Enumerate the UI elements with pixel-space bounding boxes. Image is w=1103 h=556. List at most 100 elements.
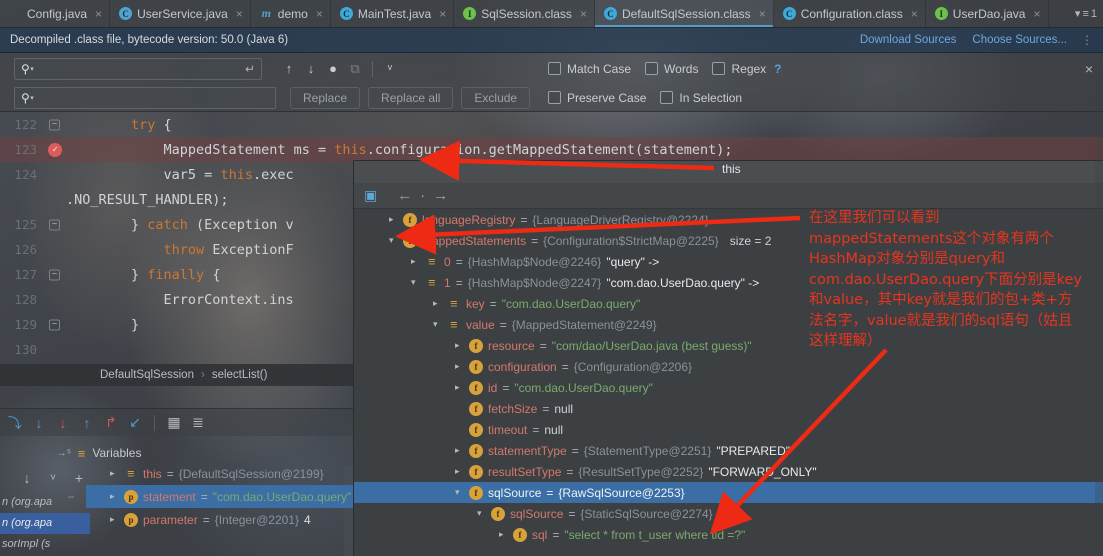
words-checkbox[interactable]: Words [645, 62, 698, 76]
variable-row[interactable]: ▸ p statement = "com.dao.UserDao.query" [86, 485, 353, 508]
expand-arrow-icon[interactable]: ▸ [110, 514, 119, 525]
close-icon[interactable]: × [316, 7, 323, 21]
step-into-icon[interactable]: ↓ [28, 412, 50, 434]
editor-tab-defaultsqlsession-class[interactable]: C DefaultSqlSession.class × [594, 0, 774, 27]
frame-item[interactable]: n (org.apa [0, 492, 90, 513]
back-icon[interactable]: ← [397, 187, 412, 204]
filter-icon[interactable]: ᵛ [44, 470, 62, 486]
tree-row[interactable]: ▸ ≡ key = "com.dao.UserDao.query" [354, 293, 1103, 314]
fold-toggle-icon[interactable]: − [49, 319, 60, 330]
force-step-into-icon[interactable]: ↓ [52, 412, 74, 434]
editor-tab-sqlsession-class[interactable]: I SqlSession.class × [454, 0, 595, 27]
drop-frame-icon[interactable]: ↱ [100, 412, 122, 434]
tree-row[interactable]: ▾ f sqlSource = {RawSqlSource@2253} [354, 482, 1103, 503]
close-find-bar-icon[interactable]: × [1085, 61, 1093, 77]
evaluate-expression-icon[interactable]: ▦ [163, 412, 185, 434]
replace-history-chevron-icon[interactable]: ▾ [30, 94, 34, 102]
tree-row[interactable]: ▸ f configuration = {Configuration@2206} [354, 356, 1103, 377]
mute-breakpoints-icon[interactable]: ↓ [18, 470, 36, 486]
restore-layout-icon[interactable]: →ˢ [56, 447, 71, 459]
search-enter-icon[interactable]: ↵ [245, 62, 255, 76]
expand-arrow-icon[interactable]: ▸ [110, 491, 119, 502]
exclude-button[interactable]: Exclude [461, 86, 531, 109]
run-to-cursor-icon[interactable]: ↙ [124, 412, 146, 434]
forward-icon[interactable]: → [433, 187, 448, 204]
close-icon[interactable]: × [759, 7, 766, 21]
expand-arrow-icon[interactable]: ▾ [433, 319, 442, 330]
find-previous-icon[interactable]: ↑ [278, 58, 300, 80]
variable-row[interactable]: ▸ ≡ this = {DefaultSqlSession@2199} [86, 462, 353, 485]
tree-row[interactable]: ▸ f id = "com.dao.UserDao.query" [354, 377, 1103, 398]
tree-row[interactable]: ▸ f resultSetType = {ResultSetType@2252} "FOR… [354, 461, 1103, 482]
breakpoint-icon[interactable]: ✓ [48, 142, 62, 157]
editor-tab-configuration-class[interactable]: C Configuration.class × [774, 0, 926, 27]
tree-row[interactable]: ▾ f mappedStatements = {Configuration$Strict… [354, 230, 1103, 251]
editor-tab-userdao-java[interactable]: I UserDao.java × [926, 0, 1049, 27]
search-input[interactable]: ⚲ ▾ ↵ [14, 57, 262, 80]
choose-sources-link[interactable]: Choose Sources... [972, 34, 1067, 46]
close-icon[interactable]: × [911, 7, 918, 21]
tab-overflow-menu[interactable]: ▾ ≡ 1 [1069, 0, 1103, 27]
find-next-icon[interactable]: ↓ [300, 58, 322, 80]
variables-tree[interactable]: ▸ ≡ this = {DefaultSqlSession@2199} ▸ p stateme… [86, 462, 353, 556]
tree-row[interactable]: ▸ f languageRegistry = {LanguageDriverRegist… [354, 209, 1103, 230]
regex-help-icon[interactable]: ? [774, 62, 781, 76]
preserve-case-checkbox[interactable]: Preserve Case [548, 91, 646, 105]
tree-row[interactable]: ▸ f resource = "com/dao/UserDao.java (best g… [354, 335, 1103, 356]
search-history-chevron-icon[interactable]: ▾ [30, 65, 34, 73]
editor-tab-config-java[interactable]: Config.java × [0, 0, 111, 27]
editor-tab-maintest-java[interactable]: C MainTest.java × [331, 0, 455, 27]
expand-arrow-icon[interactable]: ▸ [455, 445, 464, 456]
editor-tab-userservice-java[interactable]: C UserService.java × [110, 0, 251, 27]
close-icon[interactable]: × [580, 7, 587, 21]
expand-arrow-icon[interactable]: ▸ [455, 466, 464, 477]
in-selection-checkbox[interactable]: In Selection [660, 91, 742, 105]
fold-toggle-icon[interactable]: − [49, 269, 60, 280]
expand-arrow-icon[interactable]: ▸ [455, 361, 464, 372]
popup-object-tree[interactable]: ▸ f languageRegistry = {LanguageDriverRegist… [354, 209, 1103, 556]
regex-checkbox[interactable]: Regex [712, 62, 766, 76]
tree-row[interactable]: f fetchSize = null [354, 398, 1103, 419]
expand-arrow-icon[interactable]: ▸ [411, 256, 420, 267]
expand-arrow-icon[interactable]: ▸ [499, 529, 508, 540]
settings-icon[interactable]: ≣ [187, 412, 209, 434]
close-icon[interactable]: × [439, 7, 446, 21]
expand-arrow-icon[interactable]: ▸ [455, 340, 464, 351]
editor-scrollbar[interactable] [1095, 53, 1103, 556]
frame-item[interactable]: sorImpl (s [0, 534, 90, 555]
expand-arrow-icon[interactable]: ▸ [433, 298, 442, 309]
notification-settings-icon[interactable]: ⋮ [1081, 33, 1093, 47]
tree-row[interactable]: ▸ f statementType = {StatementType@2251} "PRE… [354, 440, 1103, 461]
code-line[interactable]: 123 MappedStatement ms = this.configurat… [0, 137, 1103, 162]
close-icon[interactable]: × [236, 7, 243, 21]
expand-arrow-icon[interactable]: ▸ [389, 214, 398, 225]
frame-item[interactable]: n (org.apa [0, 513, 90, 534]
expand-arrow-icon[interactable]: ▾ [411, 277, 420, 288]
step-out-icon[interactable]: ↑ [76, 412, 98, 434]
editor-tab-demo[interactable]: m demo × [251, 0, 331, 27]
select-all-occurrences-icon[interactable]: ● [322, 58, 344, 80]
match-case-checkbox[interactable]: Match Case [548, 62, 631, 76]
tree-row[interactable]: ▸ ≡ 0 = {HashMap$Node@2246} "query" -> [354, 251, 1103, 272]
replace-all-button[interactable]: Replace all [368, 86, 454, 109]
tree-row[interactable]: ▸ f sql = "select * from t_user where tid =?… [354, 524, 1103, 545]
expand-arrow-icon[interactable]: ▾ [455, 487, 464, 498]
close-icon[interactable]: × [95, 7, 102, 21]
open-in-find-window-icon[interactable]: ⧉ [344, 58, 366, 80]
replace-button[interactable]: Replace [290, 86, 361, 109]
replace-input[interactable]: ⚲ ▾ [14, 86, 276, 109]
code-line[interactable]: 122 − try { [0, 112, 1103, 137]
tree-row[interactable]: ▾ f sqlSource = {StaticSqlSource@2274} [354, 503, 1103, 524]
filter-icon[interactable]: ᵛ [379, 58, 401, 80]
fold-toggle-icon[interactable]: − [49, 119, 60, 130]
expand-arrow-icon[interactable]: ▾ [389, 235, 398, 246]
frames-list[interactable]: n (org.apa n (org.apa sorImpl (s [0, 492, 90, 556]
tree-row[interactable]: ▾ ≡ value = {MappedStatement@2249} [354, 314, 1103, 335]
dot-icon[interactable]: · [420, 187, 425, 204]
tree-row[interactable]: f timeout = null [354, 419, 1103, 440]
close-icon[interactable]: × [1033, 7, 1040, 21]
download-sources-link[interactable]: Download Sources [860, 34, 957, 46]
breadcrumb-method[interactable]: selectList() [212, 369, 268, 381]
set-value-icon[interactable]: ▣ [364, 187, 377, 204]
expand-arrow-icon[interactable]: ▸ [110, 468, 119, 479]
